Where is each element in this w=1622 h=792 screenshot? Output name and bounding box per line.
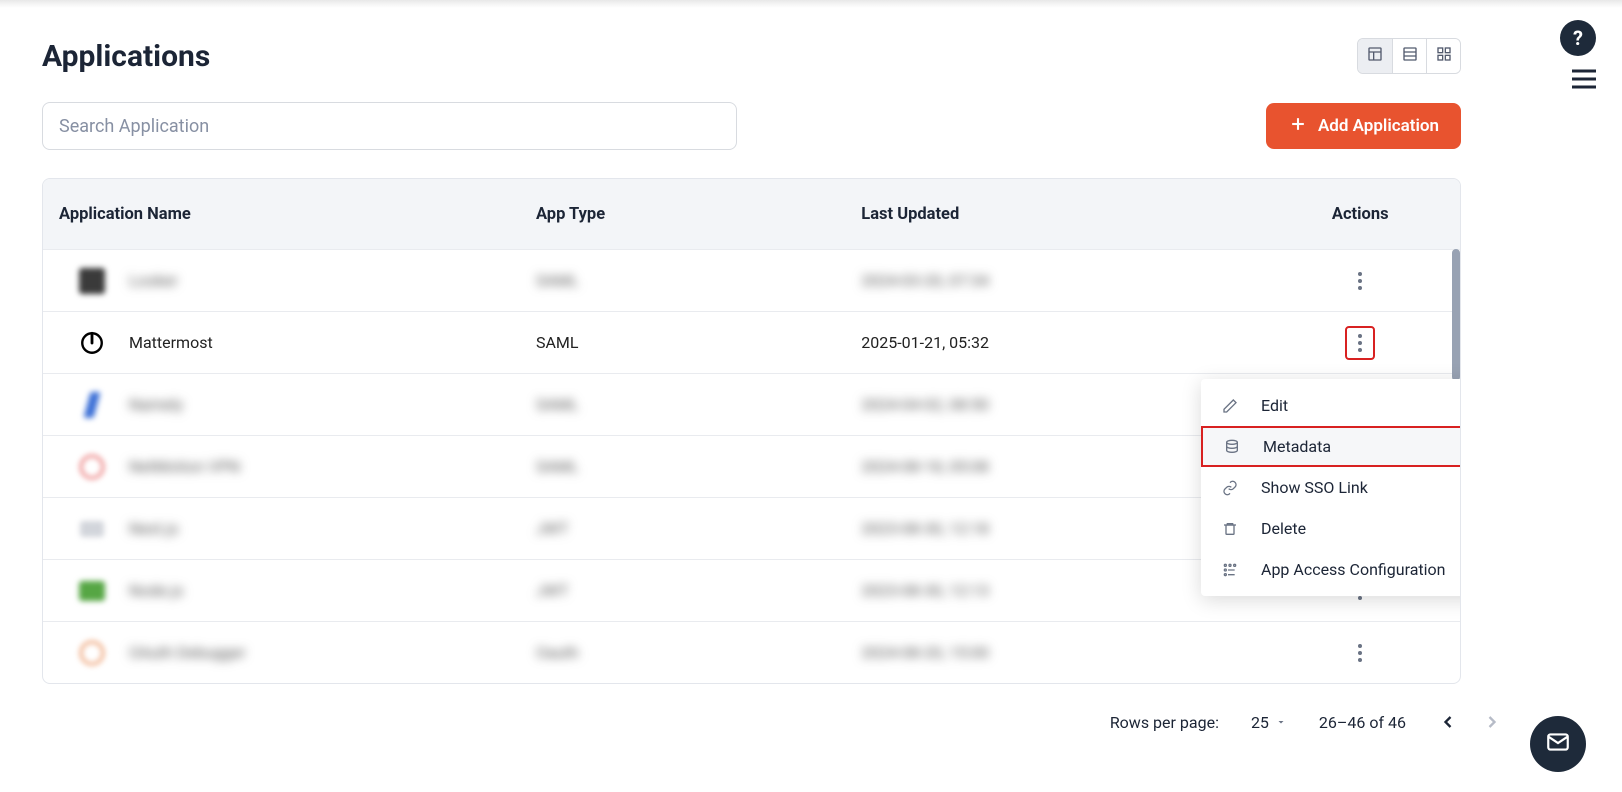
caret-down-icon bbox=[1275, 713, 1287, 732]
col-header-name: Application Name bbox=[43, 205, 536, 224]
page-title: Applications bbox=[42, 39, 210, 74]
app-name-cell: OAuth Debugger bbox=[129, 643, 246, 662]
next-page-button[interactable] bbox=[1482, 712, 1502, 732]
hamburger-menu-button[interactable] bbox=[1570, 68, 1598, 94]
app-updated-cell: 2025-01-21, 05:32 bbox=[861, 333, 1260, 352]
dropdown-item-metadata[interactable]: Metadata bbox=[1201, 426, 1461, 467]
app-type-cell: SAML bbox=[536, 395, 861, 414]
app-name-cell: Next.js bbox=[129, 519, 178, 538]
question-icon: ? bbox=[1573, 26, 1583, 50]
app-icon bbox=[77, 390, 107, 420]
app-name-cell: Mattermost bbox=[129, 333, 213, 352]
prev-page-button[interactable] bbox=[1438, 712, 1458, 732]
rows-per-page-select[interactable]: 25 bbox=[1251, 713, 1287, 732]
dropdown-item-delete[interactable]: Delete bbox=[1201, 508, 1461, 549]
pagination-bar: Rows per page: 25 26–46 of 46 bbox=[1110, 712, 1502, 732]
feedback-button[interactable] bbox=[1530, 716, 1586, 772]
add-button-label: Add Application bbox=[1318, 116, 1439, 136]
grid-layout-icon bbox=[1436, 46, 1452, 66]
view-list-button[interactable] bbox=[1392, 39, 1426, 73]
view-toggle bbox=[1357, 38, 1461, 74]
add-application-button[interactable]: Add Application bbox=[1266, 103, 1461, 149]
dropdown-item-edit[interactable]: Edit bbox=[1201, 385, 1461, 426]
col-header-actions: Actions bbox=[1260, 205, 1460, 224]
top-gradient bbox=[0, 0, 1622, 8]
trash-icon bbox=[1221, 521, 1239, 537]
table-layout-icon bbox=[1367, 46, 1383, 66]
row-actions-dropdown: Edit Metadata Show SSO Link Delete bbox=[1201, 379, 1461, 596]
app-type-cell: JWT bbox=[536, 519, 861, 538]
app-type-cell: JWT bbox=[536, 581, 861, 600]
table-row[interactable]: Looker SAML 2024-03-20, 07:34 bbox=[43, 249, 1460, 311]
app-name-cell: Namely bbox=[129, 395, 183, 414]
col-header-updated: Last Updated bbox=[861, 205, 1260, 224]
table-row[interactable]: OAuth Debugger Oauth 2024-08-20, 15:00 bbox=[43, 621, 1460, 683]
view-grid-button[interactable] bbox=[1426, 39, 1460, 73]
app-icon bbox=[77, 514, 107, 544]
help-button[interactable]: ? bbox=[1560, 20, 1596, 56]
app-name-cell: NetMotion VPN bbox=[129, 457, 240, 476]
app-updated-cell: 2024-08-20, 15:00 bbox=[861, 643, 1260, 662]
link-icon bbox=[1221, 480, 1239, 496]
table-row[interactable]: Mattermost SAML 2025-01-21, 05:32 bbox=[43, 311, 1460, 373]
pencil-icon bbox=[1221, 398, 1239, 414]
row-actions-button[interactable] bbox=[1345, 326, 1375, 360]
app-type-cell: Oauth bbox=[536, 643, 861, 662]
app-icon bbox=[77, 576, 107, 606]
app-name-cell: Node.js bbox=[129, 581, 183, 600]
dropdown-item-app-access[interactable]: App Access Configuration BETA bbox=[1201, 549, 1461, 590]
app-icon bbox=[77, 638, 107, 668]
applications-table: Application Name App Type Last Updated A… bbox=[42, 178, 1461, 684]
list-layout-icon bbox=[1402, 46, 1418, 66]
view-table-button[interactable] bbox=[1358, 39, 1392, 73]
col-header-type: App Type bbox=[536, 205, 861, 224]
database-icon bbox=[1223, 439, 1241, 455]
mattermost-icon bbox=[77, 328, 107, 358]
app-access-icon bbox=[1221, 562, 1239, 578]
table-body: Looker SAML 2024-03-20, 07:34 Mattermost… bbox=[43, 249, 1460, 683]
rows-per-page-label: Rows per page: bbox=[1110, 713, 1219, 732]
app-type-cell: SAML bbox=[536, 457, 861, 476]
dropdown-item-label: Show SSO Link bbox=[1261, 478, 1368, 497]
dropdown-item-label: Metadata bbox=[1263, 437, 1331, 456]
app-updated-cell: 2024-03-20, 07:34 bbox=[861, 271, 1260, 290]
dropdown-item-sso[interactable]: Show SSO Link bbox=[1201, 467, 1461, 508]
plus-icon bbox=[1288, 114, 1308, 139]
row-actions-button[interactable] bbox=[1347, 640, 1373, 666]
dropdown-item-label: Edit bbox=[1261, 396, 1288, 415]
page-range: 26–46 of 46 bbox=[1319, 713, 1406, 732]
table-header-row: Application Name App Type Last Updated A… bbox=[43, 179, 1460, 249]
app-icon bbox=[77, 266, 107, 296]
scrollbar-thumb[interactable] bbox=[1452, 249, 1460, 381]
row-actions-button[interactable] bbox=[1347, 268, 1373, 294]
app-type-cell: SAML bbox=[536, 333, 861, 352]
rows-per-page-value: 25 bbox=[1251, 713, 1269, 732]
app-icon bbox=[77, 452, 107, 482]
mail-icon bbox=[1545, 729, 1571, 759]
app-name-cell: Looker bbox=[129, 271, 178, 290]
dropdown-item-label: Delete bbox=[1261, 519, 1306, 538]
dropdown-item-label: App Access Configuration bbox=[1261, 560, 1445, 579]
app-type-cell: SAML bbox=[536, 271, 861, 290]
search-input[interactable] bbox=[42, 102, 737, 150]
